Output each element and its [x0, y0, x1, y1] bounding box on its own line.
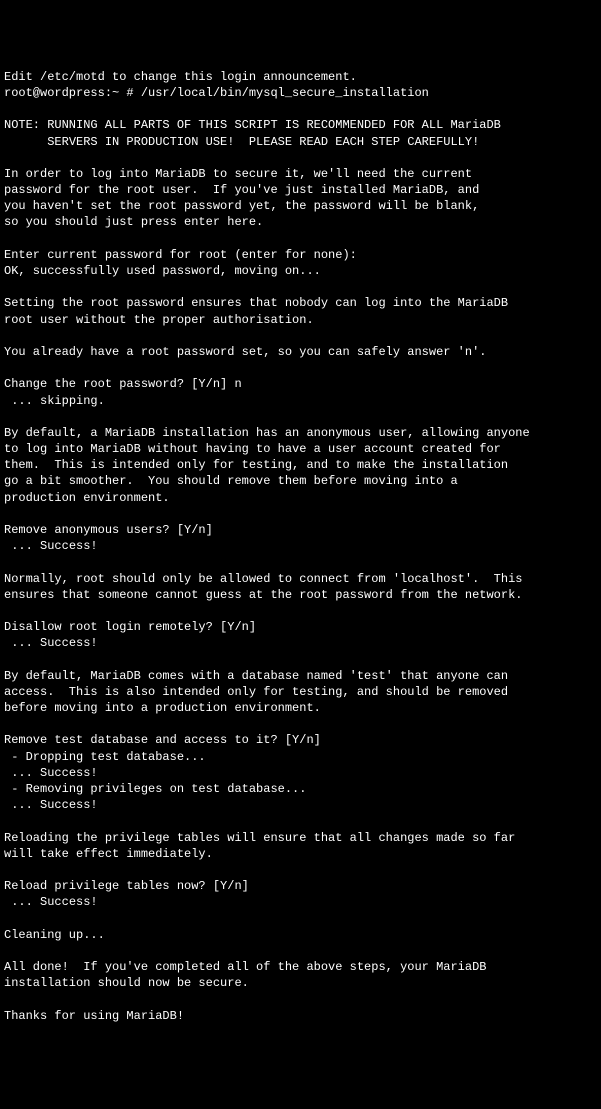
motd-line: Edit /etc/motd to change this login anno…: [4, 70, 357, 84]
output-line: you haven't set the root password yet, t…: [4, 199, 479, 213]
output-line: Thanks for using MariaDB!: [4, 1009, 184, 1023]
output-line: them. This is intended only for testing,…: [4, 458, 508, 472]
shell-prompt: root@wordpress:~ #: [4, 86, 134, 100]
command-text: /usr/local/bin/mysql_secure_installation: [134, 86, 429, 100]
prompt-disallow-remote: Disallow root login remotely? [Y/n]: [4, 620, 256, 634]
output-line: Reloading the privilege tables will ensu…: [4, 831, 515, 845]
output-line: All done! If you've completed all of the…: [4, 960, 486, 974]
output-line: - Removing privileges on test database..…: [4, 782, 306, 796]
output-line: OK, successfully used password, moving o…: [4, 264, 321, 278]
output-line: access. This is also intended only for t…: [4, 685, 508, 699]
prompt-reload-privileges: Reload privilege tables now? [Y/n]: [4, 879, 249, 893]
output-line: - Dropping test database...: [4, 750, 206, 764]
output-line: Cleaning up...: [4, 928, 105, 942]
prompt-remove-testdb: Remove test database and access to it? […: [4, 733, 321, 747]
prompt-remove-anonymous: Remove anonymous users? [Y/n]: [4, 523, 213, 537]
output-line: production environment.: [4, 491, 170, 505]
output-line: password for the root user. If you've ju…: [4, 183, 479, 197]
prompt-change-password: Change the root password? [Y/n] n: [4, 377, 242, 391]
output-line: so you should just press enter here.: [4, 215, 263, 229]
output-line: ensures that someone cannot guess at the…: [4, 588, 522, 602]
output-line: ... Success!: [4, 539, 98, 553]
output-line: Normally, root should only be allowed to…: [4, 572, 522, 586]
output-line: NOTE: RUNNING ALL PARTS OF THIS SCRIPT I…: [4, 118, 501, 132]
output-line: will take effect immediately.: [4, 847, 213, 861]
output-line: ... Success!: [4, 636, 98, 650]
output-line: By default, MariaDB comes with a databas…: [4, 669, 508, 683]
output-line: By default, a MariaDB installation has a…: [4, 426, 530, 440]
output-line: go a bit smoother. You should remove the…: [4, 474, 458, 488]
output-line: root user without the proper authorisati…: [4, 313, 314, 327]
output-line: ... skipping.: [4, 394, 105, 408]
output-line: to log into MariaDB without having to ha…: [4, 442, 501, 456]
output-line: In order to log into MariaDB to secure i…: [4, 167, 472, 181]
output-line: installation should now be secure.: [4, 976, 249, 990]
output-line: SERVERS IN PRODUCTION USE! PLEASE READ E…: [4, 135, 479, 149]
output-line: ... Success!: [4, 766, 98, 780]
output-line: ... Success!: [4, 895, 98, 909]
output-line: before moving into a production environm…: [4, 701, 321, 715]
output-line: Setting the root password ensures that n…: [4, 296, 508, 310]
terminal-output[interactable]: Edit /etc/motd to change this login anno…: [4, 69, 597, 1024]
prompt-enter-password: Enter current password for root (enter f…: [4, 248, 357, 262]
output-line: ... Success!: [4, 798, 98, 812]
output-line: You already have a root password set, so…: [4, 345, 486, 359]
